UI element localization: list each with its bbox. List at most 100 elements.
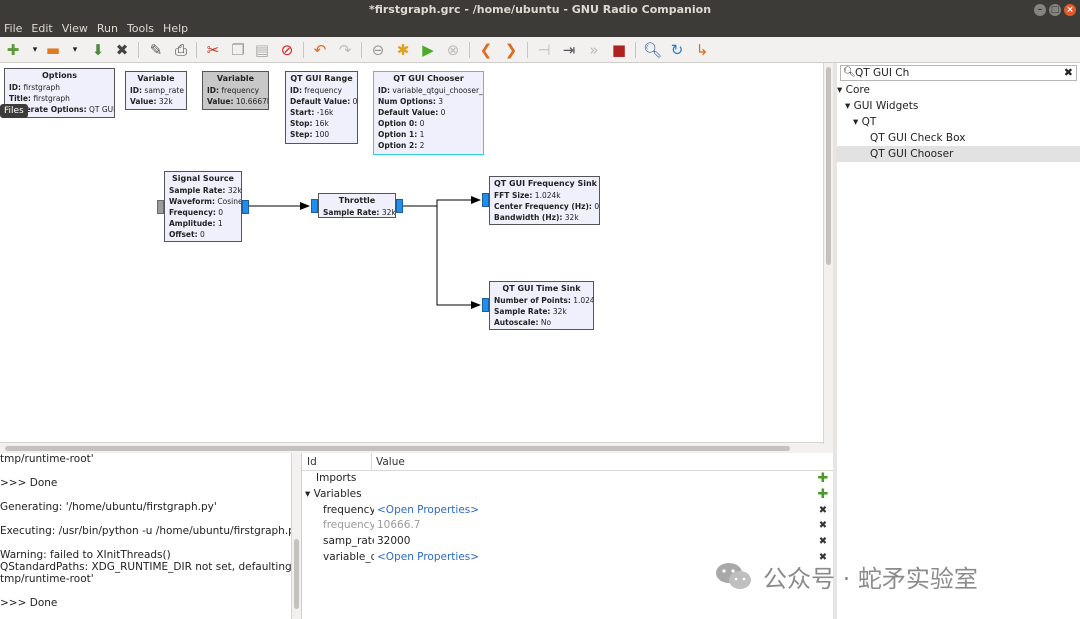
block-qt-gui-range[interactable]: QT GUI Range ID: frequency Default Value… <box>285 71 358 144</box>
minimize-icon[interactable]: – <box>1034 4 1046 16</box>
column-id[interactable]: Id <box>302 453 372 470</box>
remove-variable-icon[interactable]: ✖ <box>817 503 829 519</box>
block-prop: Option 2: 2 <box>378 141 425 150</box>
block-title: Variable <box>216 74 255 83</box>
menu-bar: File Edit View Run Tools Help <box>0 20 1080 37</box>
canvas-horizontal-scrollbar[interactable] <box>0 442 823 453</box>
block-qt-gui-frequency-sink[interactable]: QT GUI Frequency Sink FFT Size: 1.024k C… <box>489 176 600 225</box>
execute-icon[interactable]: ▶ <box>419 41 437 59</box>
menu-file[interactable]: File <box>0 20 25 37</box>
undo-icon[interactable]: ↶ <box>311 41 329 59</box>
console-line: QStandardPaths: XDG_RUNTIME_DIR not set,… <box>0 561 291 573</box>
block-title: QT GUI Range <box>290 74 353 83</box>
move-up-icon[interactable]: » <box>585 41 603 59</box>
block-variable-frequency[interactable]: Variable ID: frequency Value: 10.6667k <box>202 71 269 110</box>
close-icon[interactable]: × <box>1064 4 1076 16</box>
copy-icon[interactable]: ❐ <box>229 41 247 59</box>
redo-icon[interactable]: ↷ <box>336 41 354 59</box>
save-icon[interactable]: ⬇ <box>89 41 107 59</box>
maximize-icon[interactable]: □ <box>1049 4 1061 16</box>
menu-tools[interactable]: Tools <box>123 20 157 37</box>
console-line: Executing: /usr/bin/python -u /home/ubun… <box>0 525 291 537</box>
canvas-vertical-scrollbar[interactable] <box>823 63 833 444</box>
wechat-logo-icon <box>716 563 751 589</box>
open-properties-link[interactable]: <Open Properties> <box>377 550 479 566</box>
block-throttle[interactable]: Throttle Sample Rate: 32k <box>318 193 396 218</box>
new-dropdown-icon[interactable]: ▾ <box>26 41 44 59</box>
cut-icon[interactable]: ✂ <box>204 41 222 59</box>
column-value[interactable]: Value <box>372 453 405 470</box>
toolbar: ✚ ▾ ▬ ▾ ⬇ ✖ ✎ ⎙ ✂ ❐ ▤ ⊘ ↶ ↷ ⊖ ✱ ▶ ⊗ ❮ ❯ … <box>0 37 1080 63</box>
new-icon[interactable]: ✚ <box>4 41 22 59</box>
menu-view[interactable]: View <box>58 20 91 37</box>
window-title: *firstgraph.grc - /home/ubuntu - GNU Rad… <box>368 3 712 16</box>
console-panel: tmp/runtime-root' >>> Done Generating: '… <box>0 453 291 619</box>
search-icon: 🔍︎ <box>843 67 856 78</box>
close-file-icon[interactable]: ✖ <box>113 41 131 59</box>
block-prop: Autoscale: No <box>494 318 552 327</box>
rotate-left-icon[interactable]: ❮ <box>477 41 495 59</box>
block-prop: Stop: 16k <box>290 119 329 128</box>
throttle-input-port[interactable] <box>311 199 318 213</box>
console-line: tmp/runtime-root' <box>0 453 94 465</box>
tree-item-core[interactable]: ▾ Core <box>837 82 1080 98</box>
block-prop: ID: frequency <box>290 86 343 95</box>
block-title: QT GUI Chooser <box>393 74 464 83</box>
add-import-icon[interactable]: ✚ <box>817 471 829 487</box>
throttle-output-port[interactable] <box>396 199 403 213</box>
menu-run[interactable]: Run <box>93 20 121 37</box>
rotate-right-icon[interactable]: ❯ <box>502 41 520 59</box>
variable-row-imports[interactable]: Imports ✚ <box>302 471 833 487</box>
block-prop: FFT Size: 1.024k <box>494 191 561 200</box>
console-scrollbar[interactable] <box>291 453 301 619</box>
signal-source-output-port[interactable] <box>242 200 249 214</box>
delete-icon[interactable]: ⊘ <box>278 41 296 59</box>
open-properties-link[interactable]: <Open Properties> <box>377 503 479 519</box>
bypass-icon[interactable]: ⊣ <box>535 41 553 59</box>
block-variable-samp-rate[interactable]: Variable ID: samp_rate Value: 32k <box>125 71 187 110</box>
block-signal-source[interactable]: Signal Source Sample Rate: 32k Waveform:… <box>164 171 242 242</box>
time-sink-input-port[interactable] <box>482 298 489 312</box>
add-variable-icon[interactable]: ✚ <box>817 487 829 503</box>
variable-row-variables[interactable]: ▾ Variables ✚ <box>302 487 833 503</box>
remove-variable-icon[interactable]: ✖ <box>817 534 829 550</box>
tree-item-qt-gui-chooser[interactable]: QT GUI Chooser <box>837 146 1080 162</box>
edit-icon[interactable]: ✎ <box>147 41 165 59</box>
reload-icon[interactable]: ↻ <box>668 41 686 59</box>
block-prop: ID: variable_qtgui_chooser_0 <box>378 86 484 95</box>
create-hier-icon[interactable]: ⇥ <box>560 41 578 59</box>
flowgraph-canvas[interactable]: Options ID: firstgraph Title: firstgraph… <box>0 63 823 442</box>
kill-icon[interactable]: ⊗ <box>444 41 462 59</box>
open-icon[interactable]: ▬ <box>44 41 62 59</box>
menu-edit[interactable]: Edit <box>27 20 55 37</box>
block-title: Signal Source <box>172 174 234 183</box>
signal-source-input-port[interactable] <box>157 200 164 214</box>
variable-row-frequency-range[interactable]: frequency <Open Properties> ✖ <box>302 503 833 519</box>
block-search-input[interactable]: 🔍︎ QT GUI Ch ✖ <box>840 65 1077 81</box>
print-icon[interactable]: ⎙ <box>172 41 190 59</box>
open-hier-icon[interactable]: ↳ <box>693 41 711 59</box>
variable-row-samp-rate[interactable]: samp_rate 32000 ✖ <box>302 534 833 550</box>
block-library: 🔍︎ QT GUI Ch ✖ ▾ Core ▾ GUI Widgets ▾ QT… <box>837 63 1080 619</box>
block-prop: Value: 32k <box>130 97 173 106</box>
open-dropdown-icon[interactable]: ▾ <box>66 41 84 59</box>
paste-icon[interactable]: ▤ <box>253 41 271 59</box>
tree-item-gui-widgets[interactable]: ▾ GUI Widgets <box>837 98 1080 114</box>
screenshot-icon[interactable]: ■ <box>610 41 628 59</box>
tree-item-qt-gui-check-box[interactable]: QT GUI Check Box <box>837 130 1080 146</box>
block-qt-gui-time-sink[interactable]: QT GUI Time Sink Number of Points: 1.024… <box>489 281 594 330</box>
block-qt-gui-chooser[interactable]: QT GUI Chooser ID: variable_qtgui_choose… <box>373 71 484 155</box>
generate-icon[interactable]: ✱ <box>394 41 412 59</box>
search-icon[interactable]: 🔍︎ <box>643 41 662 59</box>
tree-item-qt[interactable]: ▾ QT <box>837 114 1080 130</box>
variable-row-frequency[interactable]: frequency 10666.7 ✖ <box>302 518 833 534</box>
remove-variable-icon[interactable]: ✖ <box>817 518 829 534</box>
frequency-sink-input-port[interactable] <box>482 193 489 207</box>
menu-help[interactable]: Help <box>159 20 191 37</box>
disable-icon[interactable]: ⊖ <box>369 41 387 59</box>
window-titlebar: *firstgraph.grc - /home/ubuntu - GNU Rad… <box>0 0 1080 20</box>
clear-search-icon[interactable]: ✖ <box>1064 66 1073 80</box>
